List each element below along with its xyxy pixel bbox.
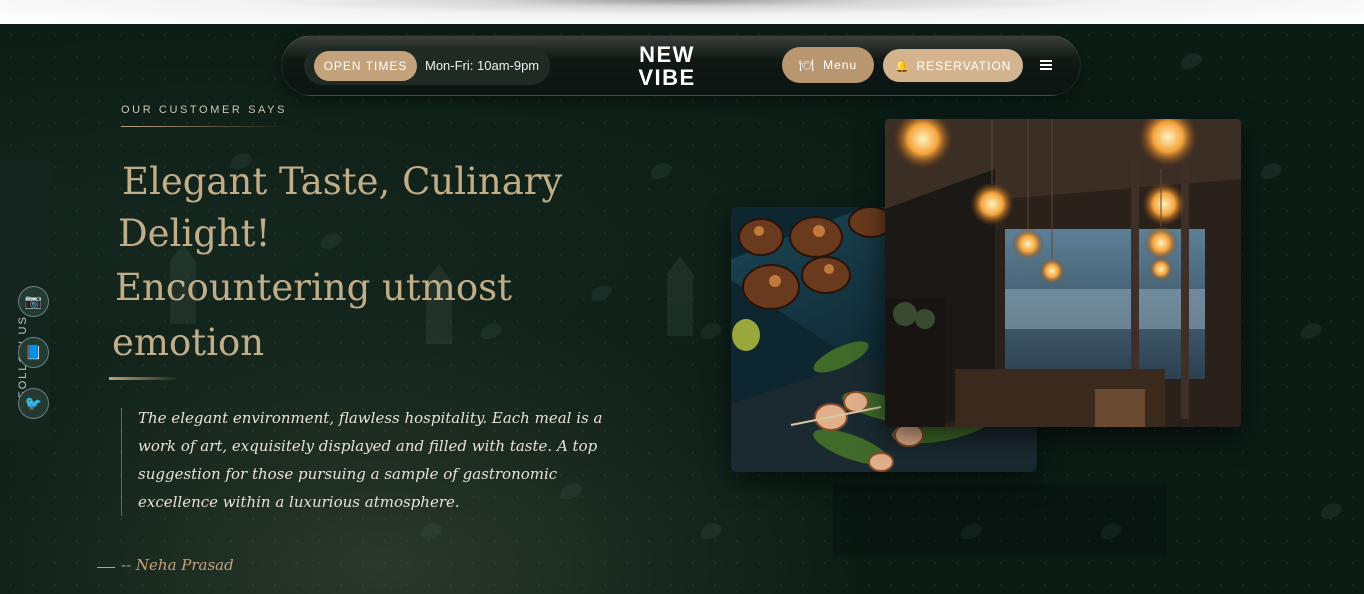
hamburger-icon[interactable] — [1040, 60, 1052, 72]
bird-glyph: 🐦 — [24, 395, 43, 411]
eyebrow-underline — [121, 126, 287, 127]
restaurant-interior-photo — [885, 119, 1241, 427]
bird-icon[interactable]: 🐦 — [18, 388, 49, 419]
quote-bar — [121, 408, 122, 516]
image-backdrop — [833, 484, 1166, 556]
headline-underline — [109, 377, 179, 380]
reservation-label: RESERVATION — [916, 58, 1012, 73]
headline-line-3: Encountering utmost — [115, 266, 512, 309]
plate-icon: 🍽 — [798, 58, 816, 72]
interior-illustration — [885, 119, 1241, 427]
menu-button[interactable]: 🍽 Menu — [782, 47, 874, 83]
menu-label: Menu — [823, 58, 858, 72]
social-sidebar: FOLLOW US 📷 📘 🐦 — [0, 158, 50, 440]
testimonial-quote: The elegant environment, flawless hospit… — [138, 409, 603, 511]
book-icon[interactable]: 📘 — [18, 337, 49, 368]
open-times-group: OPEN TIMES Mon-Fri: 10am-9pm — [304, 47, 550, 85]
top-strip — [0, 0, 1364, 24]
headline-line-4: emotion — [112, 321, 265, 364]
logo-line-2: VIBE — [638, 65, 696, 90]
brand-logo[interactable]: NEW VIBE — [622, 43, 712, 89]
camera-glyph: 📷 — [24, 293, 43, 309]
camera-icon[interactable]: 📷 — [18, 286, 49, 317]
author-dash — [97, 567, 115, 568]
hero-section: FOLLOW US 📷 📘 🐦 OUR CUSTOMER SAYS Elegan… — [0, 24, 1364, 594]
logo-line-1: NEW — [639, 42, 695, 67]
section-eyebrow: OUR CUSTOMER SAYS — [121, 104, 288, 116]
open-hours-text: Mon-Fri: 10am-9pm — [425, 58, 540, 73]
open-times-badge: OPEN TIMES — [314, 51, 417, 81]
book-glyph: 📘 — [24, 344, 43, 360]
headline-line-1: Elegant Taste, Culinary — [122, 160, 563, 203]
bell-icon: 🔔 — [894, 58, 911, 73]
top-nav: OPEN TIMES Mon-Fri: 10am-9pm NEW VIBE 🍽 … — [281, 35, 1081, 96]
testimonial-headline: Elegant Taste, Culinary Delight! Encount… — [112, 156, 582, 370]
reservation-button[interactable]: 🔔 RESERVATION — [883, 49, 1023, 82]
testimonial-author: -- Neha Prasad — [121, 556, 234, 574]
headline-line-2: Delight! — [118, 212, 271, 255]
